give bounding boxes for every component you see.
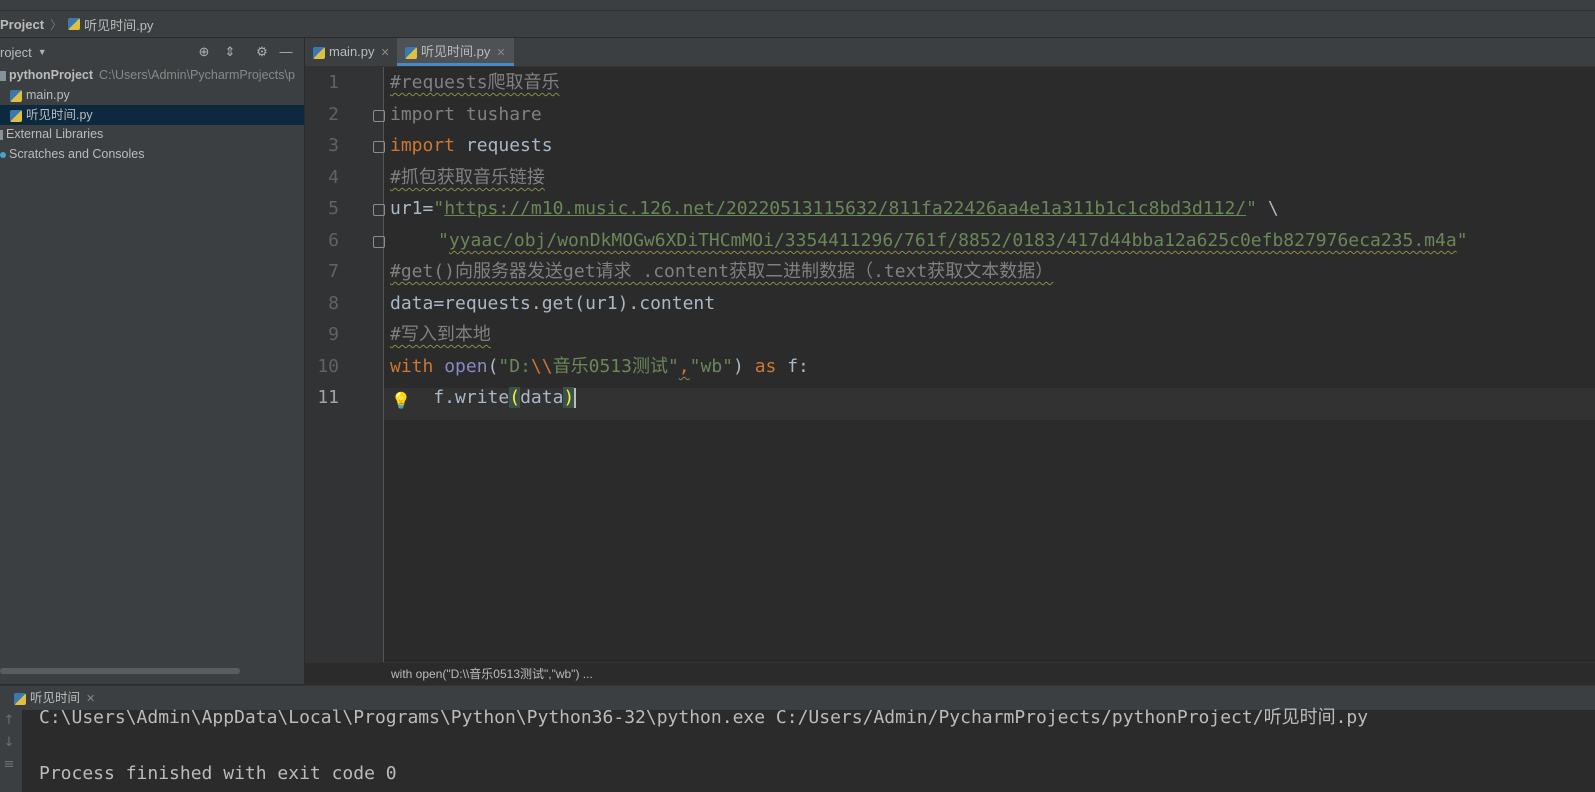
code-line-5: ur1="https://m10.music.126.net/202205131… <box>390 198 1279 219</box>
code-line-7: #get()向服务器发送get请求 .content获取二进制数据（.text获… <box>390 261 1054 282</box>
code-line-2: import tushare <box>390 104 542 125</box>
code-line-10: with open("D:\\音乐0513测试","wb") as f: <box>390 356 809 377</box>
close-icon[interactable]: ✕ <box>381 47 390 59</box>
python-run-icon <box>14 692 26 705</box>
editor-gutter: 1 2 3 4 5 6 7 8 9 10 11 <box>305 67 385 662</box>
tab-main-py[interactable]: main.py ✕ <box>305 38 398 66</box>
collapse-all-icon[interactable]: ⇕ <box>222 44 238 60</box>
code-line-8: data=requests.get(ur1).content <box>390 293 716 314</box>
line-number: 6 <box>328 230 339 251</box>
code-line-3: import requests <box>390 135 553 156</box>
chevron-right-icon: 〉 <box>50 17 63 32</box>
code-line-11: f.write(data) <box>390 387 577 408</box>
code-line-1: #requests爬取音乐 <box>390 72 560 93</box>
dropdown-arrow-icon[interactable]: ▼ <box>38 47 47 57</box>
console-line: Process finished with exit code 0 <box>39 763 397 784</box>
tree-item-label: 听见时间.py <box>26 108 93 122</box>
line-number: 2 <box>328 104 339 125</box>
code-editor[interactable]: #requests爬取音乐 import tushare import requ… <box>384 67 1595 662</box>
hide-panel-icon[interactable]: — <box>278 44 294 60</box>
line-number-current: 11 <box>317 387 339 408</box>
python-file-icon <box>405 46 417 59</box>
tree-item-label: External Libraries <box>6 127 104 141</box>
line-number: 9 <box>328 324 339 345</box>
project-root-path: C:\Users\Admin\PycharmProjects\p <box>99 68 295 82</box>
tree-item-scratches[interactable]: Scratches and Consoles <box>0 144 304 164</box>
nav-file-crumb[interactable]: 听见时间.py <box>84 15 153 34</box>
url-link[interactable]: https://m10.music.126.net/20220513115632… <box>444 198 1246 219</box>
project-root-name: pythonProject <box>9 68 94 82</box>
run-tab-label: 听见时间 <box>30 691 81 705</box>
tree-item-main-py[interactable]: main.py <box>0 85 304 105</box>
run-console[interactable]: C:\Users\Admin\AppData\Local\Programs\Py… <box>22 707 1595 792</box>
project-panel-header: roject ▼ ⊕ ⇕ ⚙ — <box>0 38 304 66</box>
line-number: 3 <box>328 135 339 156</box>
close-icon[interactable]: ✕ <box>496 47 505 59</box>
code-breadcrumb[interactable]: with open("D:\\音乐0513测试","wb") ... <box>305 662 1595 685</box>
project-view-selector[interactable]: roject <box>0 45 32 60</box>
tree-item-label: main.py <box>26 88 70 102</box>
line-number: 4 <box>328 167 339 188</box>
tab-label: 听见时间.py <box>421 44 491 59</box>
python-file-icon <box>10 89 22 102</box>
scratches-icon <box>0 151 6 158</box>
folder-icon <box>0 70 6 81</box>
tree-item-label: Scratches and Consoles <box>9 147 145 161</box>
editor-tab-bar: main.py ✕ 听见时间.py ✕ <box>305 38 1595 67</box>
gear-icon[interactable]: ⚙ <box>254 44 270 60</box>
horizontal-scrollbar[interactable] <box>0 668 240 674</box>
console-line: C:\Users\Admin\AppData\Local\Programs\Py… <box>39 707 1369 728</box>
nav-project-crumb[interactable]: Project <box>0 17 44 32</box>
tree-item-external-libraries[interactable]: External Libraries <box>0 124 304 144</box>
title-bar-strip <box>0 0 1595 11</box>
text-cursor <box>574 388 577 408</box>
locate-target-icon[interactable]: ⊕ <box>196 44 212 60</box>
run-toolbar: ↑ ↓ ≡ <box>0 710 22 792</box>
navigation-bar: Project 〉 听见时间.py <box>0 11 1595 38</box>
lightbulb-icon[interactable]: 💡 <box>391 391 411 410</box>
tree-item-current-file[interactable]: 听见时间.py <box>0 105 304 125</box>
line-number: 8 <box>328 293 339 314</box>
soft-wrap-icon[interactable]: ≡ <box>0 754 18 776</box>
line-number: 5 <box>328 198 339 219</box>
code-line-9: #写入到本地 <box>390 324 491 345</box>
python-file-icon <box>68 18 81 30</box>
code-line-6: "yyaac/obj/wonDkMOGw6XDiTHCmMOi/33544112… <box>438 230 1468 251</box>
line-number: 7 <box>328 261 339 282</box>
arrow-up-icon[interactable]: ↑ <box>0 710 18 732</box>
python-file-icon <box>313 46 325 59</box>
code-line-4: #抓包获取音乐链接 <box>390 167 545 188</box>
project-tool-window: roject ▼ ⊕ ⇕ ⚙ — pythonProject C:\Users\A… <box>0 38 305 684</box>
arrow-down-icon[interactable]: ↓ <box>0 732 18 754</box>
library-icon <box>0 129 3 140</box>
tab-current-file[interactable]: 听见时间.py ✕ <box>397 38 514 66</box>
tab-label: main.py <box>329 44 375 59</box>
line-number: 10 <box>317 356 339 377</box>
tree-item-project-root[interactable]: pythonProject C:\Users\Admin\PycharmProje… <box>0 65 304 85</box>
python-file-icon <box>10 109 22 122</box>
line-number: 1 <box>328 72 339 93</box>
